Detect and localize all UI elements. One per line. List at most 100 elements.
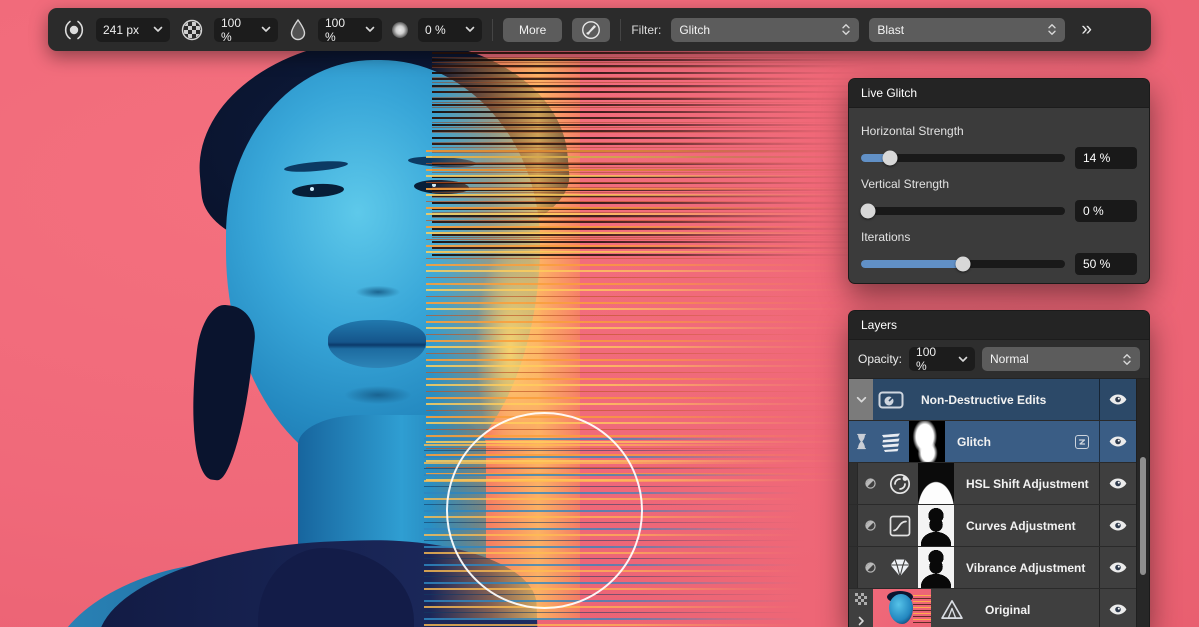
portrait-chin-shadow	[330, 382, 426, 408]
group-layer-icon	[873, 379, 909, 420]
brush-hardness-value: 100 %	[325, 16, 357, 44]
zigzag-icon	[1077, 437, 1087, 447]
transparency-checker-icon	[855, 593, 867, 605]
brush-width-icon	[62, 18, 86, 42]
chevron-down-icon[interactable]	[145, 26, 163, 33]
brush-hardness-input[interactable]: 100 %	[318, 18, 382, 42]
chevron-down-icon[interactable]	[357, 26, 375, 33]
stacked-layers-icon	[880, 431, 902, 453]
live-glitch-panel: Live Glitch Horizontal Strength 14 % Ver…	[848, 78, 1150, 284]
half-circle-icon	[865, 562, 876, 573]
live-filter-gutter	[849, 421, 873, 462]
adjustment-gutter	[858, 463, 882, 504]
visibility-toggle[interactable]	[1099, 589, 1136, 627]
layer-mask-thumbnail[interactable]	[909, 421, 945, 462]
filter-category-select[interactable]: Glitch	[671, 18, 859, 42]
select-updown-icon	[1039, 23, 1057, 36]
iterations-slider[interactable]	[861, 260, 1065, 268]
layer-list: Non-Destructive Edits Glitch	[849, 379, 1149, 627]
layer-name[interactable]: Curves Adjustment	[954, 505, 1099, 546]
layer-row-curves[interactable]: Curves Adjustment	[849, 505, 1136, 547]
vertical-strength-slider[interactable]	[861, 207, 1065, 215]
hsl-adjustment-icon	[882, 463, 918, 504]
layer-row-group[interactable]: Non-Destructive Edits	[849, 379, 1136, 421]
horizontal-strength-value[interactable]: 14 %	[1075, 147, 1137, 169]
adjustment-gutter	[858, 547, 882, 588]
layer-row-hsl[interactable]: HSL Shift Adjustment	[849, 463, 1136, 505]
blend-mode-select[interactable]: Normal	[982, 347, 1140, 371]
brush-opacity-input[interactable]: 100 %	[214, 18, 278, 42]
horizontal-strength-label: Horizontal Strength	[861, 124, 1137, 138]
layer-mask-thumbnail[interactable]	[918, 547, 954, 588]
layer-mask-thumbnail[interactable]	[918, 505, 954, 546]
filter-type-value: Blast	[877, 23, 904, 37]
layer-name: Glitch	[957, 435, 991, 449]
chevron-down-icon	[856, 396, 867, 404]
brush-opacity-value: 100 %	[221, 16, 253, 44]
chevron-down-icon[interactable]	[457, 26, 475, 33]
layer-row-original[interactable]: Original	[849, 589, 1136, 627]
eye-icon	[1109, 562, 1127, 573]
visibility-toggle[interactable]	[1099, 379, 1136, 420]
eye-icon	[1109, 436, 1127, 447]
filter-label: Filter:	[631, 23, 661, 37]
vertical-strength-label: Vertical Strength	[861, 177, 1137, 191]
visibility-toggle[interactable]	[1099, 463, 1136, 504]
vertical-strength-value[interactable]: 0 %	[1075, 200, 1137, 222]
brush-width-input[interactable]: 241 px	[96, 18, 170, 42]
half-circle-icon	[865, 520, 876, 531]
slider-fill	[861, 260, 963, 268]
half-circle-icon	[865, 478, 876, 489]
live-glitch-title: Live Glitch	[849, 79, 1149, 108]
portrait-nose-shadow	[346, 283, 410, 301]
slider-thumb[interactable]	[956, 257, 971, 272]
select-updown-icon	[1114, 353, 1132, 366]
filter-type-select[interactable]: Blast	[869, 18, 1065, 42]
layer-row-glitch[interactable]: Glitch	[849, 421, 1136, 463]
eye-icon	[1109, 520, 1127, 531]
live-filter-icon	[873, 421, 909, 462]
layers-panel: Layers Opacity: 100 % Normal	[848, 310, 1150, 627]
group-expand-toggle[interactable]	[849, 379, 873, 420]
visibility-toggle[interactable]	[1099, 421, 1136, 462]
brush-flow-input[interactable]: 0 %	[418, 18, 482, 42]
chevron-down-icon[interactable]	[253, 26, 271, 33]
gem-icon	[889, 558, 911, 578]
brush-settings-button[interactable]	[572, 18, 610, 42]
layer-opacity-input[interactable]: 100 %	[909, 347, 975, 371]
horizontal-strength-slider[interactable]	[861, 154, 1065, 162]
layers-scrollbar-thumb[interactable]	[1140, 457, 1146, 575]
vibrance-adjustment-icon	[882, 547, 918, 588]
iterations-value[interactable]: 50 %	[1075, 253, 1137, 275]
brush-width-value: 241 px	[103, 23, 139, 37]
layer-row-vibrance[interactable]: Vibrance Adjustment	[849, 547, 1136, 589]
row-indent	[849, 463, 858, 504]
toolbar-separator	[620, 19, 621, 41]
portrait-eye-glint	[310, 187, 314, 191]
context-toolbar: 241 px 100 % 100 % 0 % More Filter: Glit…	[48, 8, 1151, 51]
visibility-toggle[interactable]	[1099, 547, 1136, 588]
more-button[interactable]: More	[503, 18, 562, 42]
slider-thumb[interactable]	[861, 204, 876, 219]
eye-icon	[1109, 394, 1127, 405]
layers-scrollbar-track[interactable]	[1136, 379, 1149, 627]
layer-image-thumbnail[interactable]	[873, 589, 931, 627]
brush-hardness-icon	[288, 18, 308, 42]
toolbar-separator	[492, 19, 493, 41]
visibility-toggle[interactable]	[1099, 505, 1136, 546]
layer-name[interactable]: Non-Destructive Edits	[909, 379, 1099, 420]
layer-name[interactable]: Vibrance Adjustment	[954, 547, 1099, 588]
chevron-down-icon[interactable]	[950, 356, 968, 363]
filter-category-value: Glitch	[679, 23, 710, 37]
live-filter-badge[interactable]	[1075, 435, 1089, 449]
iterations-label: Iterations	[861, 230, 1137, 244]
layer-name[interactable]: Original	[973, 589, 1099, 627]
chevron-right-icon[interactable]	[858, 616, 865, 626]
layer-mask-thumbnail[interactable]	[918, 463, 954, 504]
toolbar-overflow-icon[interactable]: »	[1081, 19, 1092, 41]
eye-icon	[1109, 478, 1127, 489]
layer-name[interactable]: HSL Shift Adjustment	[954, 463, 1099, 504]
select-updown-icon	[833, 23, 851, 36]
slider-thumb[interactable]	[882, 151, 897, 166]
layer-opacity-value: 100 %	[916, 345, 950, 373]
